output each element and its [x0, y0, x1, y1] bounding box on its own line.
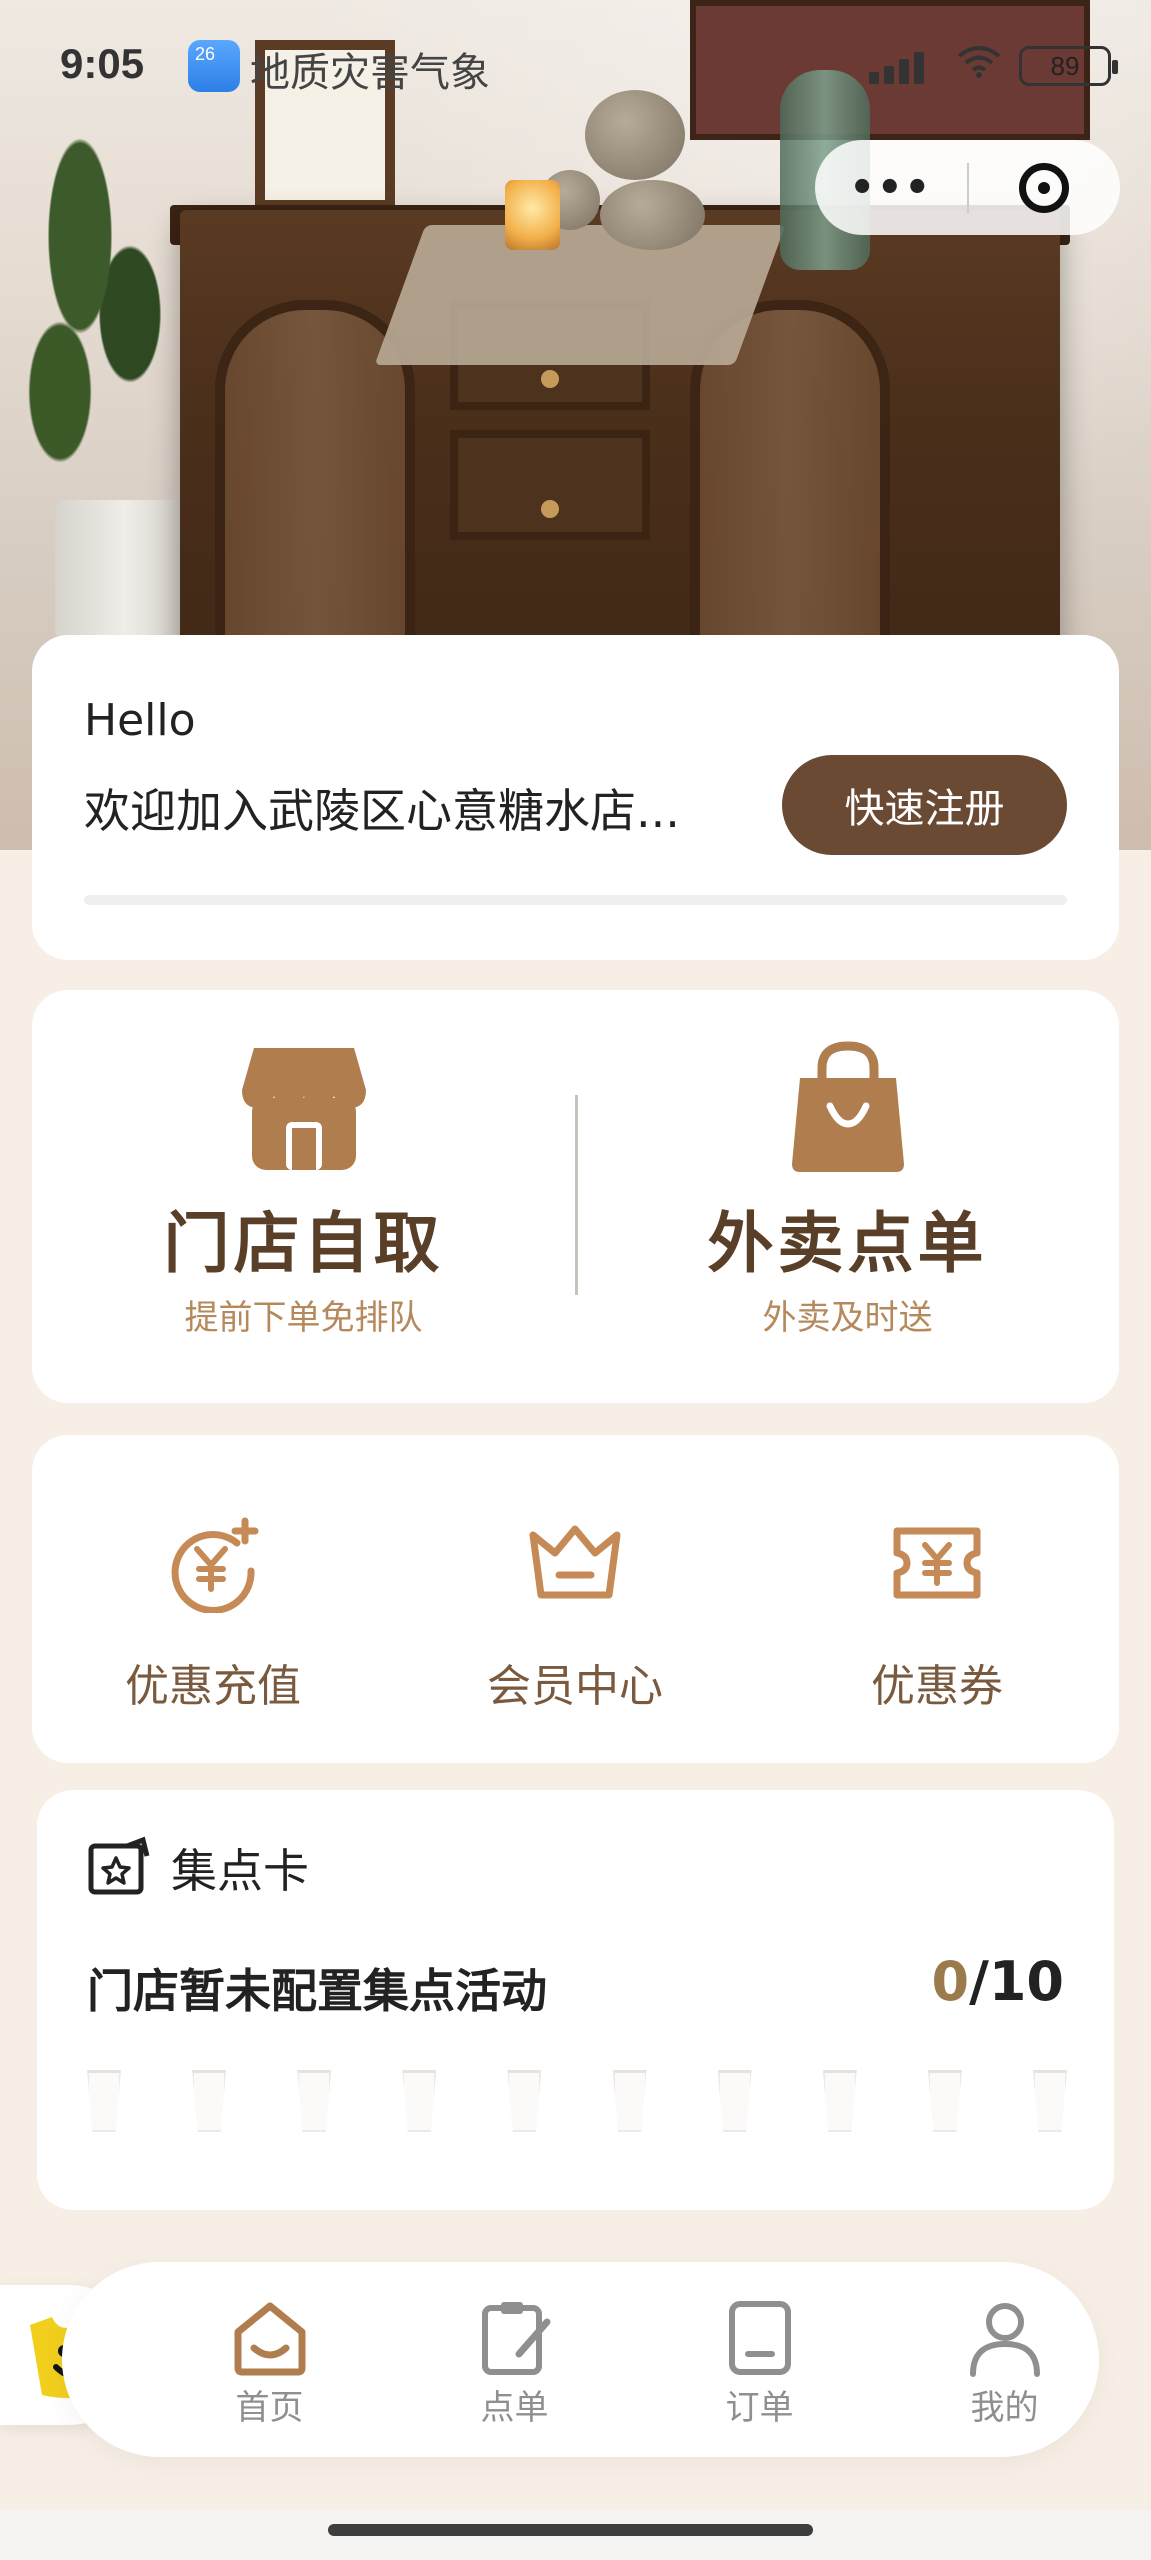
- recharge-label: 优惠充值: [125, 1661, 301, 1712]
- orders-icon: [720, 2298, 800, 2382]
- target-icon: [1019, 162, 1070, 213]
- delivery-option[interactable]: 外卖点单 外卖及时送: [576, 990, 1119, 1403]
- stamp-cup-slot: [822, 2070, 857, 2132]
- candle-decoration: [505, 180, 560, 250]
- member-progress-bar: [84, 895, 1067, 905]
- pumpkin-decoration: [600, 180, 705, 250]
- tab-order[interactable]: 点单: [392, 2262, 637, 2457]
- recharge-link[interactable]: 优惠充值: [32, 1435, 394, 1763]
- tab-orders-label: 订单: [725, 2388, 794, 2428]
- crown-icon: [525, 1513, 625, 1617]
- bottom-tab-bar: 首页 点单 订单 我的: [62, 2262, 1099, 2457]
- tab-profile[interactable]: 我的: [882, 2262, 1127, 2457]
- store-pickup-title: 门店自取: [163, 1205, 444, 1282]
- weather-app-icon: 26: [188, 40, 240, 92]
- stamp-cup-slot: [87, 2070, 121, 2132]
- profile-icon: [965, 2298, 1045, 2382]
- status-time: 9:05: [60, 40, 145, 87]
- tab-profile-label: 我的: [970, 2388, 1039, 2428]
- close-miniprogram-button[interactable]: [969, 162, 1121, 213]
- status-bar: 9:05 26 地质灾害气象 89: [0, 0, 1151, 130]
- delivery-title: 外卖点单: [707, 1205, 988, 1282]
- store-pickup-subtitle: 提前下单免排队: [184, 1298, 423, 1338]
- status-icons: 89: [869, 44, 1118, 87]
- recharge-icon: [163, 1513, 263, 1617]
- stamp-cup-slot: [927, 2070, 962, 2132]
- coupon-link[interactable]: 优惠券: [756, 1435, 1118, 1763]
- stamp-cup-slot: [507, 2070, 542, 2132]
- stamp-cups-row: [87, 2070, 1067, 2132]
- quick-links-card: 优惠充值 会员中心 优惠券: [32, 1435, 1119, 1763]
- tab-orders[interactable]: 订单: [637, 2262, 882, 2457]
- shopping-bag-icon: [778, 1038, 918, 1182]
- stamp-card-message: 门店暂未配置集点活动: [87, 1964, 547, 2018]
- welcome-message: 欢迎加入武陵区心意糖水店...: [84, 784, 680, 838]
- drawer-knob: [541, 500, 559, 518]
- stamp-cup-slot: [192, 2070, 227, 2132]
- more-menu-button[interactable]: •••: [815, 165, 967, 211]
- stamp-cup-slot: [1032, 2070, 1067, 2132]
- member-center-link[interactable]: 会员中心: [394, 1435, 756, 1763]
- delivery-subtitle: 外卖及时送: [762, 1298, 933, 1338]
- member-center-label: 会员中心: [487, 1661, 663, 1712]
- order-type-card: 门店自取 提前下单免排队 外卖点单 外卖及时送: [32, 990, 1119, 1403]
- coupon-label: 优惠券: [871, 1661, 1003, 1712]
- welcome-card: Hello 欢迎加入武陵区心意糖水店... 快速注册: [32, 635, 1119, 960]
- stamp-card-header: 集点卡: [87, 1835, 309, 1901]
- stamp-total-count: /10: [969, 1950, 1064, 2013]
- stamp-current-count: 0: [931, 1950, 970, 2013]
- quick-register-button[interactable]: 快速注册: [782, 755, 1067, 855]
- tab-home-label: 首页: [235, 2388, 304, 2428]
- battery-icon: 89: [1019, 45, 1118, 86]
- plant-pot: [55, 500, 195, 640]
- order-note-icon: [475, 2298, 555, 2382]
- store-icon: [234, 1038, 374, 1182]
- stamp-progress-count: 0/10: [932, 1950, 1064, 2013]
- stamp-cup-slot: [297, 2070, 332, 2132]
- cabinet-drawer-bottom: [450, 430, 650, 540]
- stamp-cup-slot: [402, 2070, 437, 2132]
- drawer-knob: [541, 370, 559, 388]
- home-icon: [230, 2298, 310, 2382]
- notification-app-name: 地质灾害气象: [250, 51, 490, 95]
- home-indicator[interactable]: [328, 2524, 813, 2536]
- tab-order-label: 点单: [480, 2388, 549, 2428]
- tab-home[interactable]: 首页: [147, 2262, 392, 2457]
- signal-icon: [869, 48, 939, 84]
- miniprogram-capsule: •••: [815, 140, 1120, 235]
- store-pickup-option[interactable]: 门店自取 提前下单免排队: [32, 990, 575, 1403]
- stamp-cup-slot: [717, 2070, 752, 2132]
- table-runner: [374, 225, 786, 365]
- stamp-card[interactable]: 集点卡 门店暂未配置集点活动 0/10: [37, 1790, 1114, 2210]
- hello-text: Hello: [84, 695, 196, 746]
- stamp-card-title: 集点卡: [171, 1844, 309, 1898]
- coupon-icon: [887, 1513, 987, 1617]
- wifi-icon: [957, 44, 1001, 87]
- star-card-icon: [87, 1836, 151, 1900]
- stamp-cup-slot: [612, 2070, 647, 2132]
